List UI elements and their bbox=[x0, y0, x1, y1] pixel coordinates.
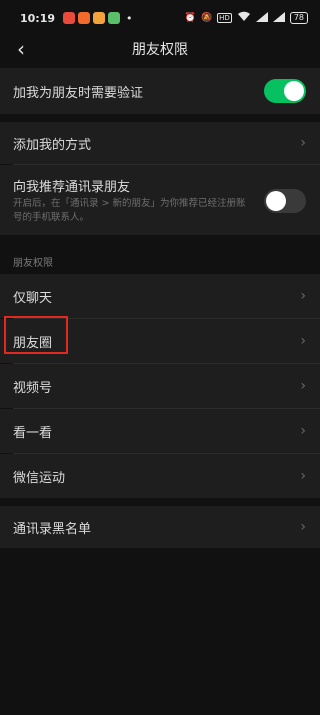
recommend-label: 向我推荐通讯录朋友 bbox=[13, 180, 131, 195]
wifi-icon bbox=[237, 11, 251, 25]
chevron-right-icon: › bbox=[300, 333, 306, 349]
status-icons: ⏰ 🔕 HD 78 bbox=[185, 11, 308, 25]
notification-dot: • bbox=[126, 11, 133, 25]
nav-bar: ‹ 朋友权限 bbox=[0, 30, 320, 68]
toggle-knob bbox=[266, 191, 286, 211]
recommend-toggle[interactable] bbox=[264, 189, 306, 213]
verify-toggle[interactable] bbox=[264, 79, 306, 103]
recommend-text: 向我推荐通讯录朋友 开启后，在「通讯录 > 新的朋友」为你推荐已经注册账号的手机… bbox=[13, 176, 253, 225]
recommend-description: 开启后，在「通讯录 > 新的朋友」为你推荐已经注册账号的手机联系人。 bbox=[13, 198, 246, 223]
permission-item-label: 仅聊天 bbox=[13, 290, 53, 306]
section-header: 朋友权限 bbox=[13, 258, 53, 269]
chevron-right-icon: › bbox=[300, 423, 306, 439]
mute-icon: 🔕 bbox=[200, 13, 213, 23]
blacklist-label: 通讯录黑名单 bbox=[13, 521, 92, 537]
back-arrow-icon: ‹ bbox=[17, 37, 25, 61]
app-notification-icon bbox=[78, 12, 91, 24]
chevron-right-icon: › bbox=[300, 135, 306, 151]
blacklist-row[interactable]: 通讯录黑名单 › bbox=[0, 506, 320, 548]
permission-item-werun[interactable]: 微信运动 › bbox=[0, 454, 320, 498]
recommend-contacts-row[interactable]: 向我推荐通讯录朋友 开启后，在「通讯录 > 新的朋友」为你推荐已经注册账号的手机… bbox=[0, 165, 320, 235]
chevron-right-icon: › bbox=[300, 519, 306, 535]
verify-label: 加我为朋友时需要验证 bbox=[13, 85, 144, 101]
page-title: 朋友权限 bbox=[132, 42, 188, 58]
battery-indicator: 78 bbox=[289, 12, 308, 24]
verify-setting-row[interactable]: 加我为朋友时需要验证 bbox=[0, 68, 320, 114]
toggle-knob bbox=[284, 81, 304, 101]
alarm-icon: ⏰ bbox=[184, 13, 196, 23]
status-time: 10:19 bbox=[20, 11, 56, 25]
permission-item-label: 视频号 bbox=[13, 380, 53, 396]
add-me-methods-row[interactable]: 添加我的方式 › bbox=[0, 122, 320, 164]
permission-item-channels[interactable]: 视频号 › bbox=[0, 364, 320, 408]
chevron-right-icon: › bbox=[300, 468, 306, 484]
add-me-label: 添加我的方式 bbox=[13, 137, 92, 153]
chevron-right-icon: › bbox=[300, 288, 306, 304]
app-notification-icon bbox=[93, 12, 106, 24]
chevron-right-icon: › bbox=[300, 378, 306, 394]
app-notification-icon bbox=[63, 12, 76, 24]
permission-item-label: 看一看 bbox=[13, 425, 53, 441]
signal-icon bbox=[255, 11, 268, 25]
signal-icon bbox=[272, 11, 285, 25]
permission-item-top-stories[interactable]: 看一看 › bbox=[0, 409, 320, 453]
back-button[interactable]: ‹ bbox=[6, 34, 36, 64]
highlight-annotation bbox=[4, 316, 68, 354]
app-notification-icon bbox=[108, 12, 121, 24]
permission-item-label: 微信运动 bbox=[13, 470, 66, 486]
permission-item-chat-only[interactable]: 仅聊天 › bbox=[0, 274, 320, 318]
hd-icon: HD bbox=[217, 13, 232, 23]
